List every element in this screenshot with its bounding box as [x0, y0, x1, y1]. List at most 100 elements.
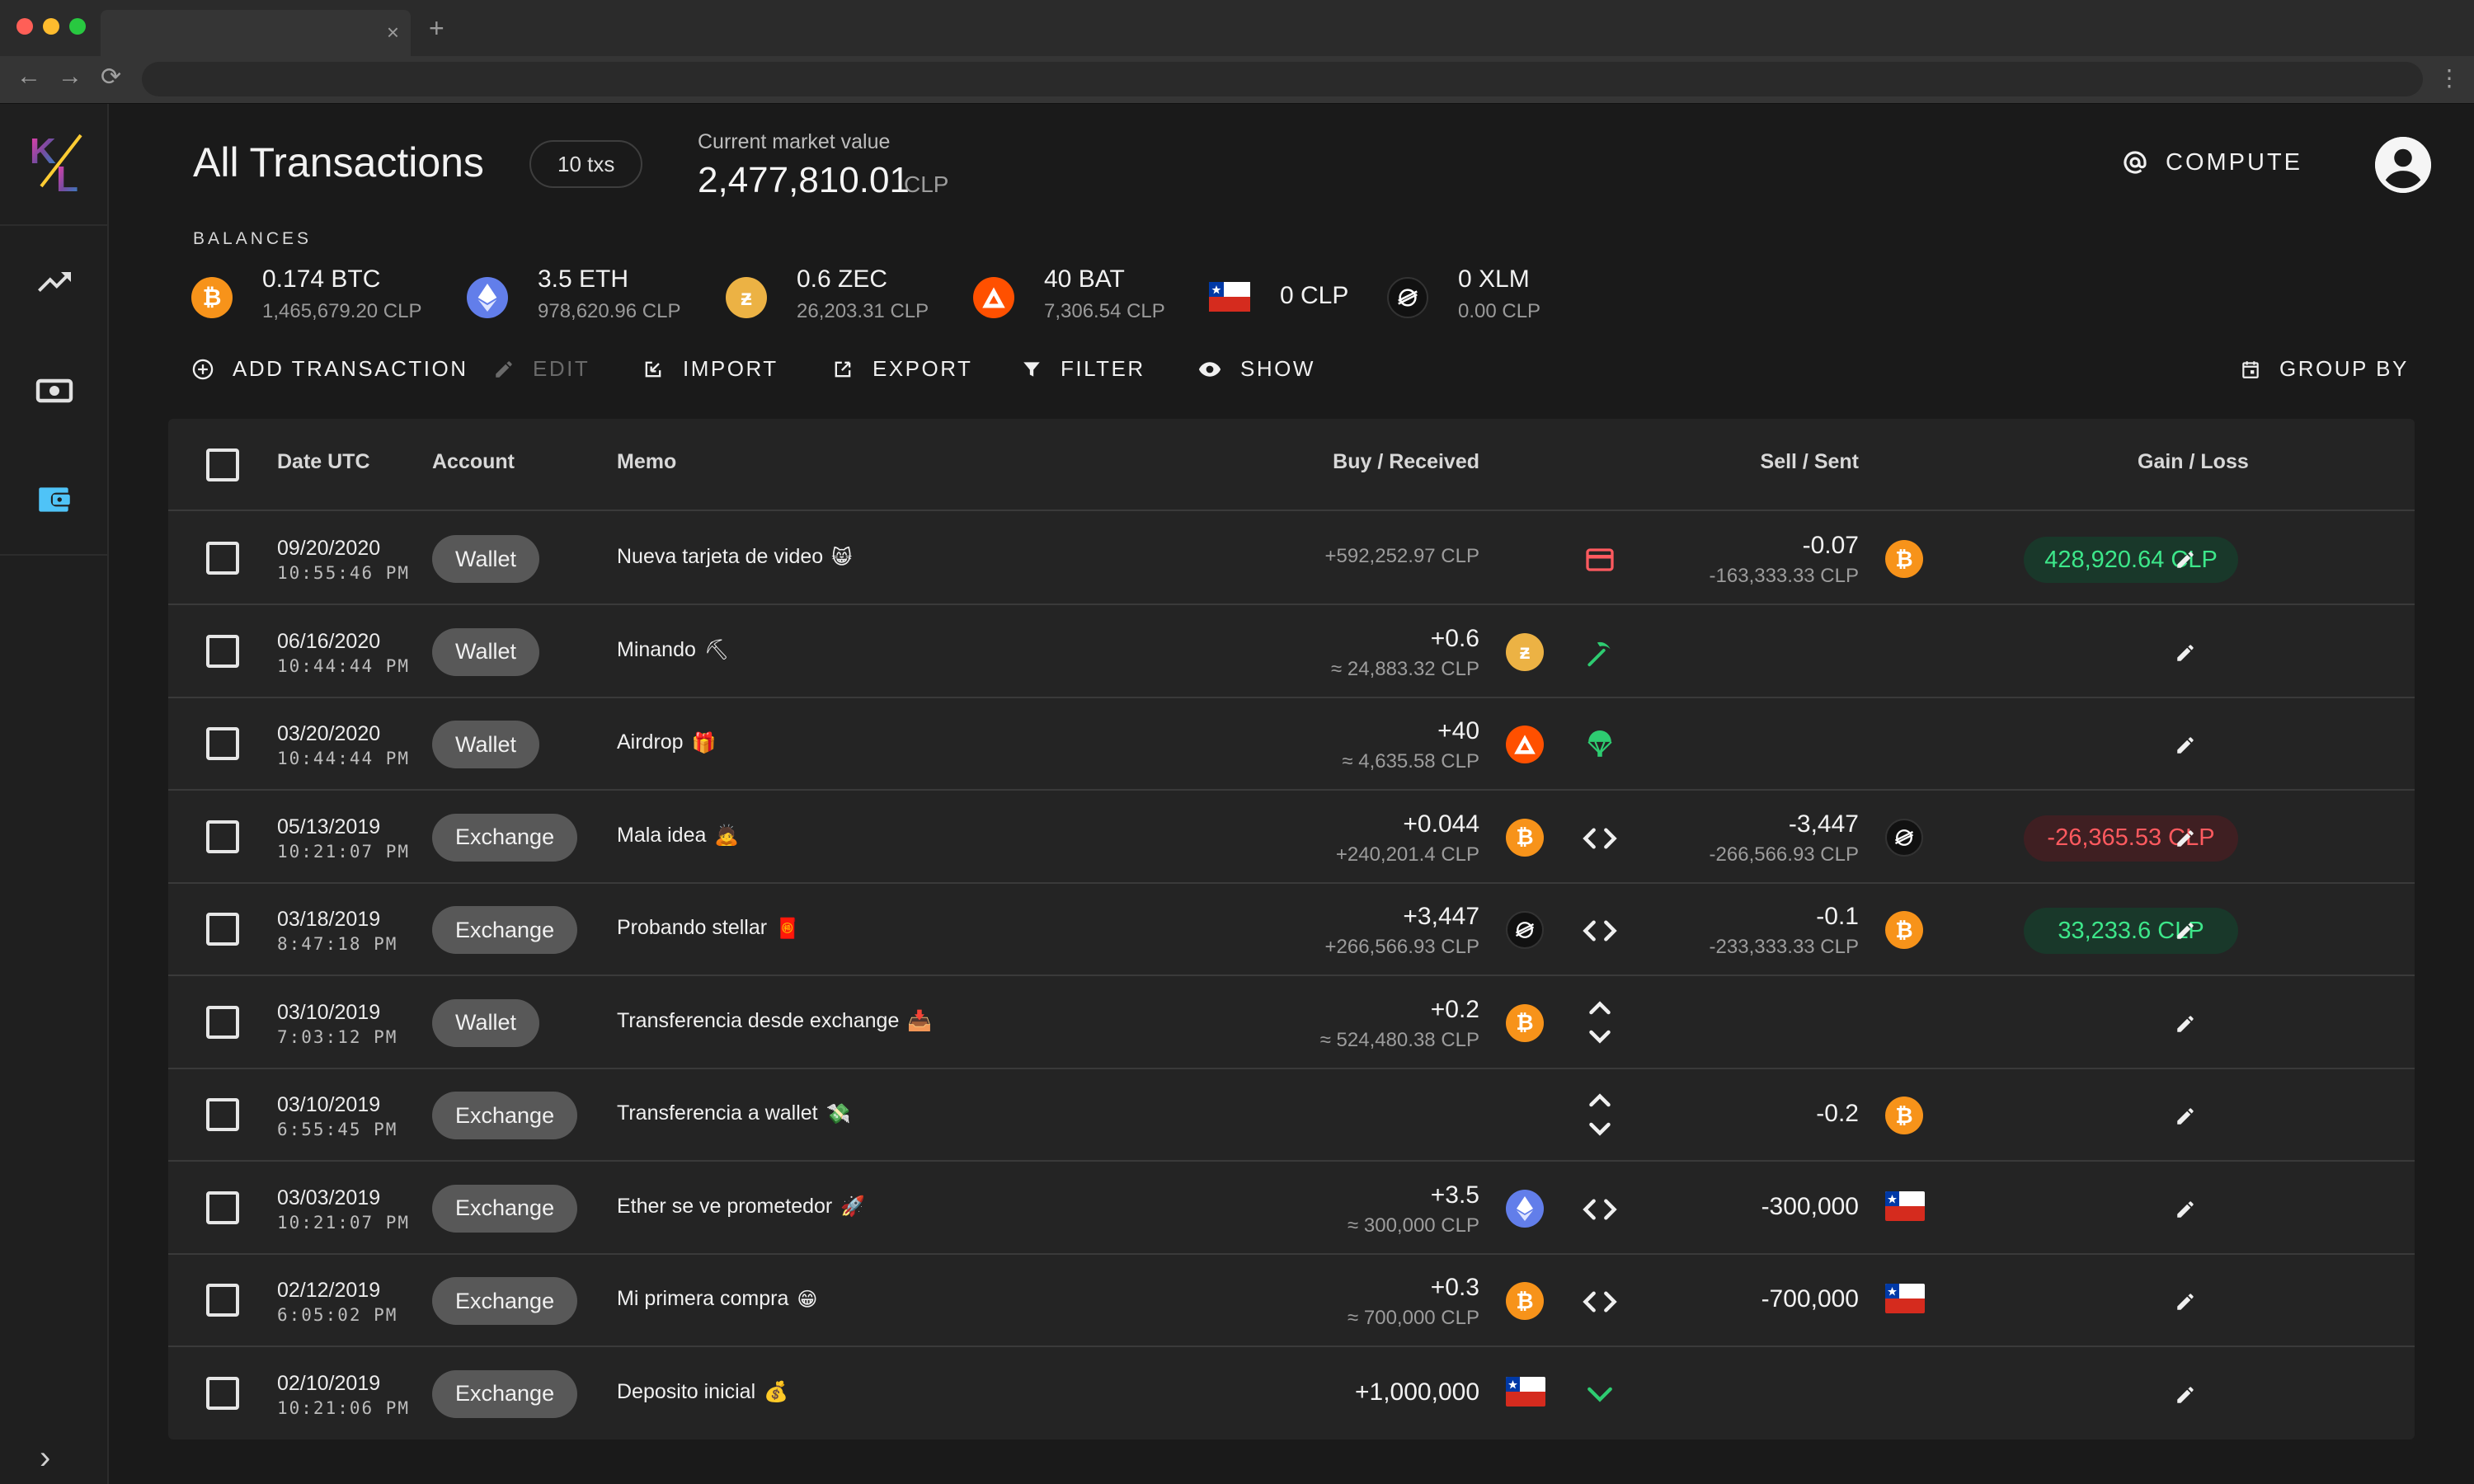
row-memo: Mi primera compra 😁 — [617, 1287, 817, 1311]
compute-button[interactable]: COMPUTE — [2121, 148, 2302, 176]
select-all-checkbox[interactable] — [206, 448, 239, 481]
svg-text:K: K — [30, 131, 56, 171]
back-icon[interactable]: ← — [16, 63, 41, 91]
row-checkbox[interactable] — [206, 1376, 239, 1410]
edit-button[interactable]: EDIT — [493, 356, 590, 382]
group-by-button[interactable]: GROUP BY — [2240, 356, 2409, 382]
account-chip[interactable]: Exchange — [432, 1092, 578, 1139]
memo-emoji: ⛏ — [703, 638, 730, 661]
app-logo[interactable]: K L — [26, 129, 92, 195]
row-checkbox[interactable] — [206, 1005, 239, 1039]
memo-emoji: 💰 — [764, 1380, 789, 1403]
pencil-icon — [496, 360, 512, 378]
edit-row-icon[interactable] — [2169, 1285, 2202, 1318]
account-chip[interactable]: Exchange — [432, 906, 578, 954]
edit-row-icon[interactable] — [2169, 1100, 2202, 1133]
import-button[interactable]: IMPORT — [642, 356, 778, 382]
account-chip[interactable]: Exchange — [432, 1277, 578, 1325]
add-transaction-button[interactable]: ADD TRANSACTION — [191, 356, 468, 382]
row-memo: Ether se ve prometedor 🚀 — [617, 1195, 865, 1219]
sell-value: -233,333.33 CLP — [1709, 936, 1859, 958]
account-chip[interactable]: Exchange — [432, 813, 578, 862]
row-checkbox[interactable] — [206, 542, 239, 575]
table-row[interactable]: 02/12/2019 6:05:02 PM Exchange Mi primera c… — [168, 1254, 2415, 1347]
cash-icon[interactable] — [30, 366, 79, 416]
close-window-dot[interactable] — [16, 18, 33, 35]
table-row[interactable]: 03/20/2020 10:44:44 PM Wallet Airdrop 🎁 +40 ≈ … — [168, 697, 2415, 791]
row-time: 10:21:07 PM — [277, 1212, 411, 1233]
forward-icon[interactable]: → — [58, 63, 82, 91]
page-title: All Transactions — [193, 139, 484, 186]
edit-row-icon[interactable] — [2169, 822, 2202, 855]
sell-amount: -300,000 — [1761, 1192, 1859, 1220]
account-chip[interactable]: Exchange — [432, 1184, 578, 1233]
row-memo: Nueva tarjeta de video 😸 — [617, 545, 852, 569]
minimize-window-dot[interactable] — [43, 18, 59, 35]
transactions-table: Date UTC Account Memo Buy / Received Sel… — [168, 419, 2415, 1439]
account-chip[interactable]: Exchange — [432, 1369, 578, 1418]
gain-loss-badge: 33,233.6 CLP — [2024, 908, 2238, 954]
bitcoin-icon: ₿ — [191, 277, 233, 318]
row-checkbox[interactable] — [206, 634, 239, 668]
edit-row-icon[interactable] — [2169, 1007, 2202, 1040]
browser-tab-strip: × + — [0, 0, 2474, 56]
row-memo: Probando stellar 🧧 — [617, 916, 800, 940]
column-gain-loss[interactable]: Gain / Loss — [2138, 450, 2249, 474]
table-row[interactable]: 06/16/2020 10:44:44 PM Wallet Minando ⛏ +0.6 ≈… — [168, 605, 2415, 698]
buy-value: ≈ 4,635.58 CLP — [1342, 750, 1479, 773]
filter-button[interactable]: FILTER — [1021, 356, 1145, 382]
transaction-count-badge: 10 txs — [529, 140, 643, 188]
account-chip[interactable]: Wallet — [432, 627, 540, 676]
row-checkbox[interactable] — [206, 1190, 239, 1224]
column-sell-sent[interactable]: Sell / Sent — [1761, 450, 1859, 474]
wallet-icon[interactable] — [30, 475, 79, 524]
reload-icon[interactable]: ⟳ — [101, 63, 121, 92]
stellar-icon — [1885, 818, 1923, 857]
table-row[interactable]: 02/10/2019 10:21:06 PM Exchange Deposito in… — [168, 1347, 2415, 1440]
new-tab-icon[interactable]: + — [429, 13, 444, 44]
column-date[interactable]: Date UTC — [277, 450, 370, 474]
row-checkbox[interactable] — [206, 819, 239, 853]
show-button[interactable]: SHOW — [1197, 356, 1315, 382]
export-button[interactable]: EXPORT — [831, 356, 972, 382]
row-checkbox[interactable] — [206, 913, 239, 946]
account-avatar-icon[interactable] — [2375, 137, 2431, 193]
browser-tab[interactable]: × — [101, 10, 411, 56]
row-checkbox[interactable] — [206, 1098, 239, 1131]
column-buy-received[interactable]: Buy / Received — [1333, 450, 1479, 474]
table-row[interactable]: 05/13/2019 10:21:07 PM Exchange Mala idea 🙇 +… — [168, 791, 2415, 884]
edit-row-icon[interactable] — [2169, 636, 2202, 669]
tab-close-icon[interactable]: × — [387, 20, 399, 45]
table-row[interactable]: 03/10/2019 7:03:12 PM Wallet Transferencia … — [168, 976, 2415, 1069]
edit-row-icon[interactable] — [2169, 1378, 2202, 1411]
maximize-window-dot[interactable] — [69, 18, 86, 35]
memo-text: Deposito inicial — [617, 1379, 756, 1403]
table-row[interactable]: 03/18/2019 8:47:18 PM Exchange Probando ste… — [168, 883, 2415, 976]
table-row[interactable]: 03/03/2019 10:21:07 PM Exchange Ether se ve… — [168, 1162, 2415, 1255]
add-transaction-label: ADD TRANSACTION — [233, 356, 468, 381]
edit-row-icon[interactable] — [2169, 914, 2202, 947]
row-time: 10:21:06 PM — [277, 1397, 411, 1418]
column-memo[interactable]: Memo — [617, 450, 676, 474]
trending-icon[interactable] — [30, 257, 79, 307]
account-chip[interactable]: Wallet — [432, 535, 540, 583]
browser-menu-icon[interactable]: ⋮ — [2438, 64, 2461, 92]
row-checkbox[interactable] — [206, 1284, 239, 1317]
table-row[interactable]: 09/20/2020 10:55:46 PM Wallet Nueva tarjeta… — [168, 512, 2415, 605]
eye-icon — [1198, 361, 1221, 377]
row-checkbox[interactable] — [206, 727, 239, 760]
bitcoin-icon: ₿ — [1506, 1003, 1544, 1042]
account-chip[interactable]: Wallet — [432, 721, 540, 768]
account-chip[interactable]: Wallet — [432, 998, 540, 1047]
parachute-icon — [1582, 727, 1618, 763]
sidebar-expand-icon[interactable]: › — [40, 1439, 50, 1477]
table-row[interactable]: 03/10/2019 6:55:45 PM Exchange Transferenci… — [168, 1068, 2415, 1162]
edit-row-icon[interactable] — [2169, 543, 2202, 576]
balance-value: 978,620.96 CLP — [538, 300, 681, 322]
row-time: 10:55:46 PM — [277, 563, 411, 583]
edit-row-icon[interactable] — [2169, 729, 2202, 762]
column-account[interactable]: Account — [432, 450, 515, 474]
edit-row-icon[interactable] — [2169, 1193, 2202, 1226]
address-bar[interactable] — [142, 62, 2423, 96]
sell-amount: -0.1 — [1816, 903, 1859, 930]
